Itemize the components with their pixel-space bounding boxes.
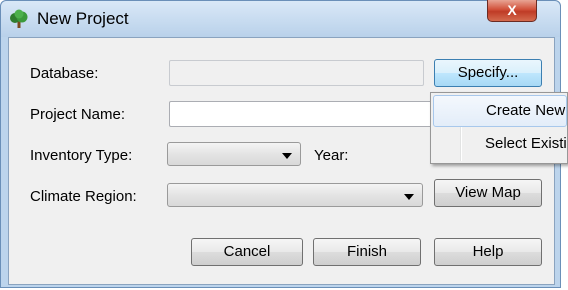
window-title: New Project — [37, 9, 129, 28]
finish-button[interactable]: Finish — [313, 238, 421, 266]
climate-region-dropdown[interactable] — [167, 183, 423, 207]
cancel-button[interactable]: Cancel — [191, 238, 303, 266]
climate-region-label: Climate Region: — [30, 188, 137, 205]
specify-menu: Create New Select Existing — [430, 92, 568, 164]
project-name-input[interactable] — [169, 101, 434, 127]
chevron-down-icon — [404, 194, 414, 200]
menu-item-select-existing[interactable]: Select Existing — [433, 129, 567, 161]
tree-icon — [9, 9, 29, 29]
view-map-button[interactable]: View Map — [434, 179, 542, 207]
chevron-down-icon — [282, 153, 292, 159]
title-bar[interactable]: New Project X — [1, 0, 560, 37]
database-label: Database: — [30, 65, 99, 82]
inventory-type-dropdown[interactable] — [167, 142, 301, 166]
database-field — [169, 60, 424, 86]
year-label: Year: — [314, 147, 349, 164]
project-name-label: Project Name: — [30, 106, 126, 123]
close-icon: X — [507, 2, 517, 18]
help-button[interactable]: Help — [434, 238, 542, 266]
close-button[interactable]: X — [487, 0, 537, 22]
menu-item-create-new[interactable]: Create New — [433, 95, 567, 127]
inventory-type-label: Inventory Type: — [30, 147, 133, 164]
specify-button[interactable]: Specify... — [434, 59, 542, 87]
